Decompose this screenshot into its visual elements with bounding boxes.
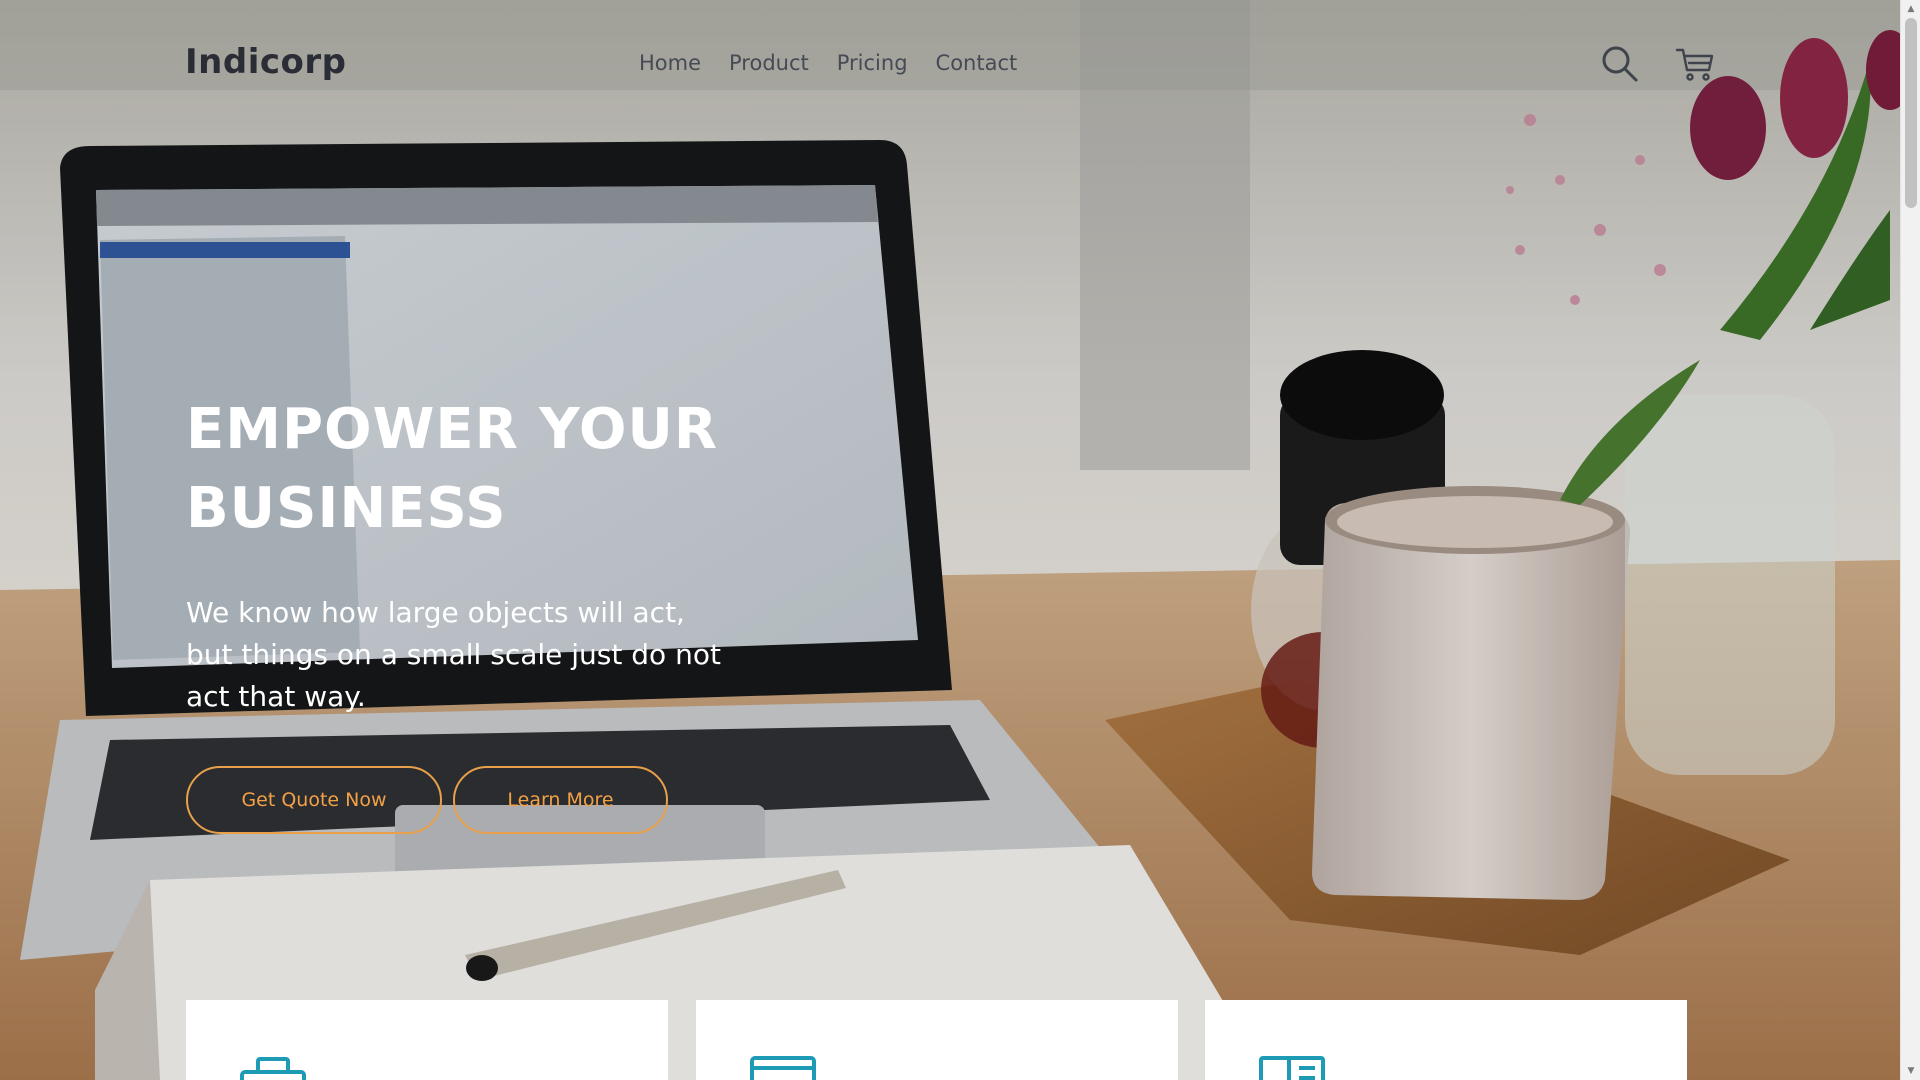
- nav-contact[interactable]: Contact: [936, 51, 1018, 75]
- feature-card-3[interactable]: [1205, 1000, 1687, 1080]
- nav-pricing[interactable]: Pricing: [837, 51, 908, 75]
- site-header: Indicorp Home Product Pricing Contact: [0, 0, 1900, 130]
- nav-product[interactable]: Product: [729, 51, 809, 75]
- newspaper-icon: [1259, 1054, 1327, 1080]
- hero-subtitle: We know how large objects will act, but …: [186, 596, 721, 713]
- page: Indicorp Home Product Pricing Contact EM…: [0, 0, 1920, 1080]
- scroll-down-arrow-icon[interactable]: ▼: [1901, 1063, 1920, 1079]
- brand-logo[interactable]: Indicorp: [185, 42, 346, 82]
- scrollbar-thumb[interactable]: [1905, 18, 1917, 208]
- learn-more-button[interactable]: Learn More: [453, 766, 668, 834]
- vertical-scrollbar[interactable]: ▲ ▼: [1900, 0, 1920, 1080]
- hero-title: EMPOWER YOUR BUSINESS: [186, 397, 719, 541]
- printer-icon: [750, 1054, 818, 1080]
- shopping-cart-icon[interactable]: [1675, 44, 1715, 84]
- search-icon[interactable]: [1600, 44, 1640, 84]
- feature-card-1[interactable]: [186, 1000, 668, 1080]
- nav-home[interactable]: Home: [639, 51, 701, 75]
- briefcase-icon: [240, 1054, 308, 1080]
- scroll-up-arrow-icon[interactable]: ▲: [1901, 1, 1920, 17]
- main-nav: Home Product Pricing Contact: [639, 51, 1045, 75]
- feature-card-2[interactable]: [696, 1000, 1178, 1080]
- get-quote-button[interactable]: Get Quote Now: [186, 766, 442, 834]
